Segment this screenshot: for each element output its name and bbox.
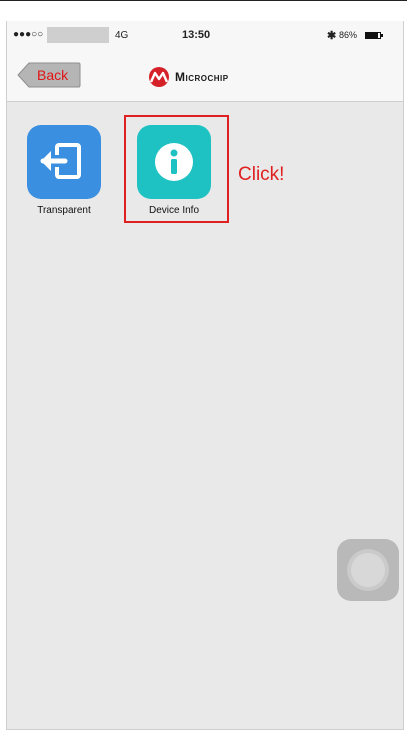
transparent-app-label: Transparent [37, 205, 91, 216]
phone-screen: ●●●○○ 4G 13:50 ✱ 86% Back Microchip Tran… [6, 21, 404, 730]
carrier-redaction [47, 27, 109, 43]
status-bar: ●●●○○ 4G 13:50 ✱ 86% [7, 21, 403, 51]
assistive-touch-icon [351, 553, 385, 587]
clock: 13:50 [182, 29, 211, 41]
signal-strength: ●●●○○ [13, 29, 44, 40]
navigation-bar: Back Microchip [7, 51, 403, 102]
network-type: 4G [115, 30, 129, 41]
page-frame: ●●●○○ 4G 13:50 ✱ 86% Back Microchip Tran… [0, 0, 407, 737]
back-label: Back [37, 67, 69, 83]
transfer-in-icon [27, 125, 101, 199]
battery-tip [381, 34, 383, 37]
battery-percentage: 86% [339, 30, 358, 40]
microchip-logo-icon [149, 67, 169, 87]
transfer-in-glyph [40, 143, 81, 179]
back-button[interactable]: Back [17, 62, 81, 88]
brand-name: Microchip [175, 70, 229, 84]
highlight-box [124, 115, 229, 223]
transparent-app-tile[interactable]: Transparent [27, 125, 103, 225]
bluetooth-icon: ✱ [327, 30, 337, 42]
click-annotation: Click! [238, 164, 285, 185]
assistive-touch-button[interactable] [337, 539, 399, 601]
battery-icon [365, 32, 381, 39]
